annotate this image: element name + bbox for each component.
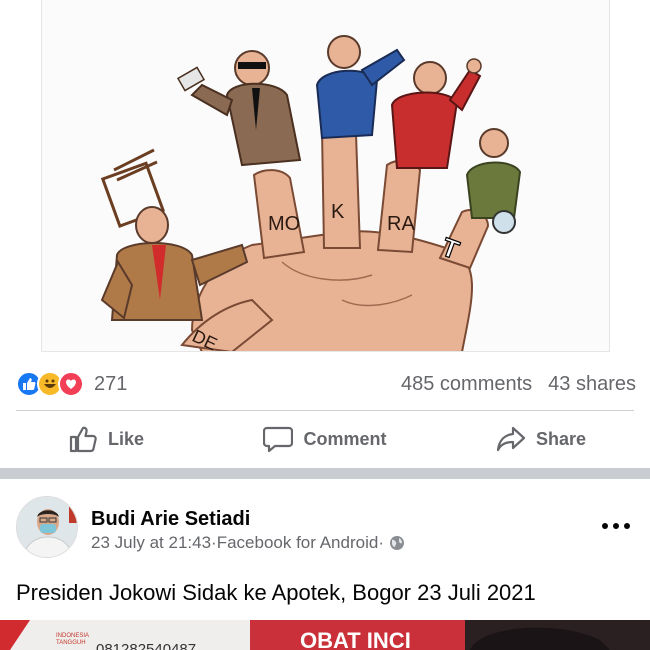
cartoon-illustration[interactable]: MO K RA T DE (41, 0, 610, 352)
avatar-photo (17, 497, 77, 557)
phone-number: 081282540487 (96, 641, 196, 650)
avatar[interactable] (16, 496, 78, 558)
logo-line-1: INDONESIA (56, 633, 89, 639)
letters-k: K (331, 201, 345, 223)
share-button[interactable]: Share (434, 412, 634, 466)
love-icon (58, 371, 84, 397)
reactions-summary: 271 485 comments 43 shares (16, 366, 636, 402)
post-source: Facebook for Android (216, 533, 379, 552)
globe-icon (389, 536, 404, 550)
shares-count-link[interactable]: 43 shares (548, 373, 636, 396)
post-actions: Like Comment Share (16, 412, 634, 466)
figure-sunglasses (176, 50, 302, 167)
divider (16, 410, 634, 411)
comments-count-link[interactable]: 485 comments (401, 373, 532, 396)
letters-mo: MO (268, 213, 300, 235)
share-label: Share (535, 428, 586, 449)
thumbs-up-icon (69, 426, 97, 453)
comment-label: Comment (303, 428, 387, 449)
more-dot-icon (613, 523, 619, 529)
reactions-left[interactable]: 271 (16, 371, 127, 397)
like-label: Like (108, 428, 145, 449)
more-dot-icon (624, 523, 630, 529)
pharmacy-photo: INDONESIA TANGGUH 081282540487 OBAT INCI (0, 620, 650, 650)
post-separator (0, 468, 650, 479)
more-options-button[interactable] (602, 516, 630, 536)
engagement-counts: 485 comments 43 shares (401, 373, 636, 396)
meta-separator: · (378, 533, 384, 552)
figure-general-magnifier (465, 128, 522, 234)
post-header: Budi Arie Setiadi 23 July at 21:43 · Fac… (16, 496, 634, 562)
like-button[interactable]: Like (16, 412, 216, 466)
figure-blue-shirt (315, 35, 406, 140)
post-timestamp[interactable]: 23 July at 21:43 (91, 533, 211, 553)
figure-red-shirt (390, 58, 482, 169)
post-image-2[interactable]: INDONESIA TANGGUH 081282540487 OBAT INCI (0, 620, 650, 650)
comment-button[interactable]: Comment (225, 412, 425, 466)
reaction-icons[interactable] (16, 371, 84, 397)
store-sign: OBAT INCI (300, 628, 411, 650)
hand-cartoon: MO K RA T DE (100, 35, 522, 351)
comment-icon (263, 426, 294, 453)
reaction-count: 271 (94, 372, 128, 395)
post-meta: 23 July at 21:43 · Facebook for Android … (91, 533, 405, 553)
post-text: Presiden Jokowi Sidak ke Apotek, Bogor 2… (16, 580, 536, 605)
author-name[interactable]: Budi Arie Setiadi (91, 508, 250, 531)
logo-line-2: TANGGUH (56, 640, 86, 646)
share-arrow-icon (496, 426, 526, 452)
letters-ra: RA (387, 213, 415, 235)
post-image[interactable]: MO K RA T DE (0, 0, 650, 352)
more-dot-icon (602, 523, 608, 529)
